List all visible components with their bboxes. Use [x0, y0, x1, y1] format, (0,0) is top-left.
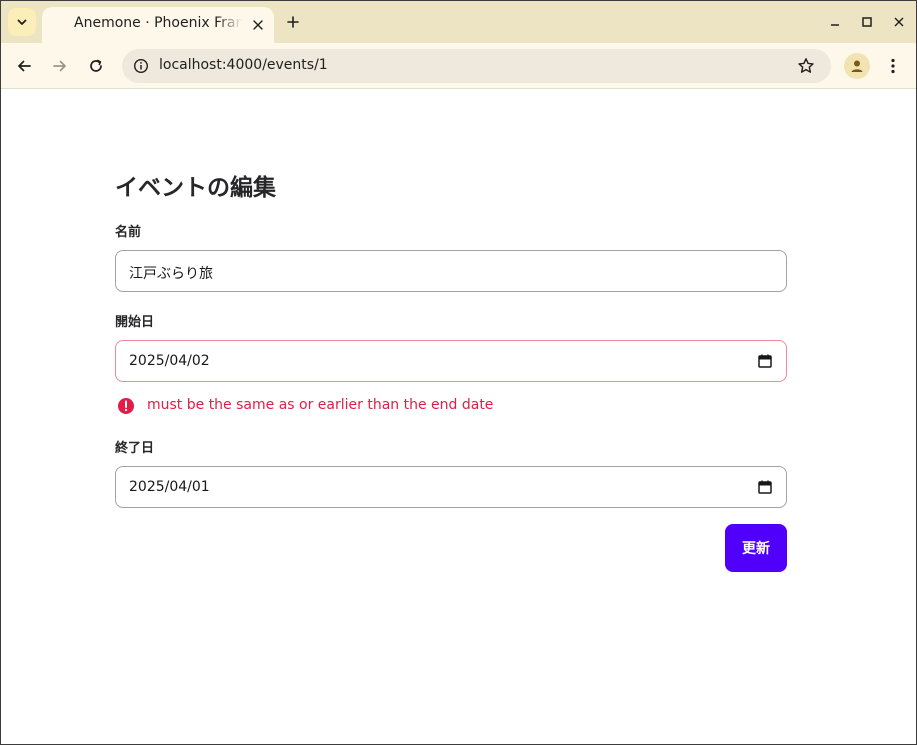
- browser-window: Anemone · Phoenix Framework: [1, 1, 916, 744]
- start-date-input[interactable]: 2025/04/02: [115, 340, 787, 382]
- maximize-icon: [862, 17, 872, 27]
- url-text: localhost:4000/events/1: [159, 57, 328, 73]
- tab-search-icon: [17, 19, 27, 25]
- window-close-icon: [894, 17, 904, 27]
- reload-button[interactable]: [82, 52, 110, 80]
- maximize-button[interactable]: [857, 12, 877, 32]
- back-icon: [18, 60, 31, 72]
- plus-icon: [287, 16, 299, 28]
- page-content: イベントの編集 名前 江戸ぶらり旅 開始日 2025/04/02 must be…: [1, 90, 916, 744]
- error-message: must be the same as or earlier than the …: [147, 397, 494, 413]
- minimize-icon: [831, 24, 839, 26]
- end-date-label: 終了日: [115, 441, 155, 456]
- bookmark-button[interactable]: [796, 56, 816, 76]
- profile-icon: [851, 60, 863, 72]
- tab-close-button[interactable]: [248, 15, 268, 35]
- menu-button[interactable]: [879, 52, 907, 80]
- new-tab-button[interactable]: [281, 10, 305, 34]
- forward-button[interactable]: [46, 52, 74, 80]
- page-title: イベントの編集: [115, 175, 276, 201]
- calendar-icon[interactable]: [757, 479, 773, 495]
- end-date-value: 2025/04/01: [129, 479, 210, 495]
- active-tab[interactable]: Anemone · Phoenix Framework: [42, 7, 274, 43]
- profile-button[interactable]: [844, 53, 870, 79]
- end-date-input[interactable]: 2025/04/01: [115, 466, 787, 508]
- forward-icon: [53, 60, 66, 72]
- update-button[interactable]: 更新: [725, 524, 787, 572]
- reload-icon: [90, 59, 102, 72]
- tab-title: Anemone · Phoenix Framework: [74, 15, 242, 31]
- close-icon: [253, 20, 263, 30]
- start-date-label: 開始日: [115, 315, 155, 330]
- menu-icon: [891, 58, 895, 74]
- info-icon: [133, 58, 149, 74]
- address-bar[interactable]: localhost:4000/events/1: [122, 49, 831, 83]
- browser-toolbar: localhost:4000/events/1: [1, 43, 916, 89]
- name-label: 名前: [115, 225, 142, 240]
- calendar-icon[interactable]: [757, 353, 773, 369]
- tab-search-button[interactable]: [8, 8, 36, 36]
- back-button[interactable]: [10, 52, 38, 80]
- name-input-value: 江戸ぶらり旅: [129, 266, 213, 282]
- start-date-value: 2025/04/02: [129, 353, 210, 369]
- star-icon: [798, 58, 814, 73]
- error-icon: [118, 398, 134, 414]
- site-info-button[interactable]: [131, 56, 151, 76]
- minimize-button[interactable]: [825, 12, 845, 32]
- window-close-button[interactable]: [889, 12, 909, 32]
- tab-strip: Anemone · Phoenix Framework: [1, 1, 916, 43]
- name-input[interactable]: 江戸ぶらり旅: [115, 250, 787, 292]
